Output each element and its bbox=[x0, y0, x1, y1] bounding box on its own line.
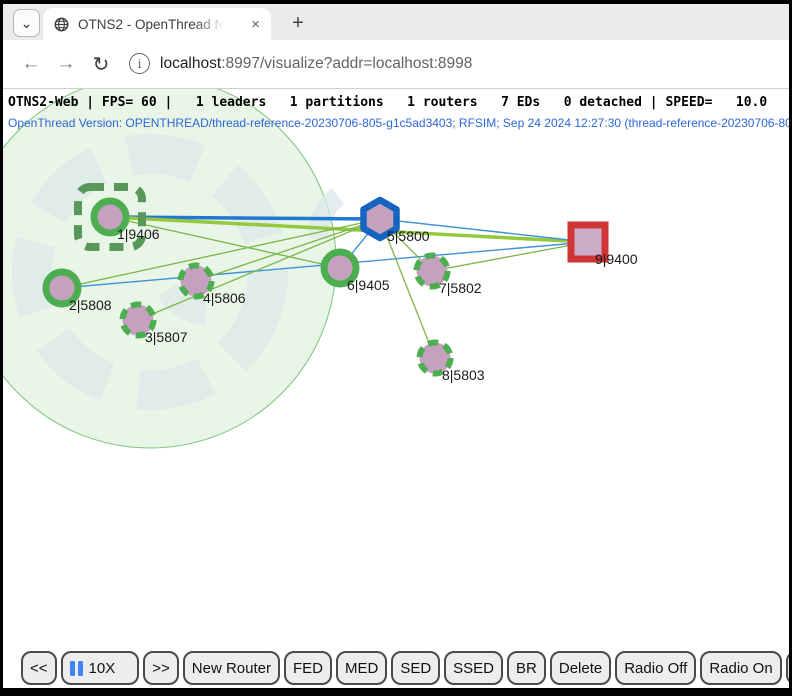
toolbar-button-label: New Router bbox=[192, 660, 271, 677]
browser-window: ⌄ OTNS2 - OpenThread Ne × + ← → ↻ i loca… bbox=[0, 0, 792, 696]
address-bar[interactable]: localhost:8997/visualize?addr=localhost:… bbox=[160, 40, 472, 88]
link-7-9 bbox=[432, 242, 588, 271]
node-3-sed[interactable] bbox=[123, 305, 154, 336]
new-tab-button[interactable]: + bbox=[285, 10, 311, 36]
toolbar-button-new-router[interactable]: New Router bbox=[183, 651, 280, 685]
simulation-canvas[interactable]: 1|94062|58083|58074|58065|58006|94057|58… bbox=[3, 89, 789, 648]
toolbar-button-speed[interactable]: 10X bbox=[61, 651, 140, 685]
node-4-sed[interactable] bbox=[181, 266, 212, 297]
toolbar-button-radio-on[interactable]: Radio On bbox=[700, 651, 781, 685]
toolbar-button-forward[interactable]: >> bbox=[143, 651, 179, 685]
url-path: :8997/visualize?addr=localhost:8998 bbox=[221, 55, 472, 73]
url-host: localhost bbox=[160, 55, 221, 73]
toolbar-button-ssed[interactable]: SSED bbox=[444, 651, 503, 685]
toolbar-button-med[interactable]: MED bbox=[336, 651, 387, 685]
globe-icon bbox=[54, 17, 69, 32]
action-toolbar: << 10X >> New Router FED MED SED SSED BR Delete Ra… bbox=[3, 648, 789, 688]
browser-toolbar: ← → ↻ i localhost:8997/visualize?addr=lo… bbox=[3, 40, 789, 89]
window-border-top bbox=[0, 0, 792, 4]
node-2-router[interactable] bbox=[46, 272, 78, 304]
node-6-router[interactable] bbox=[324, 252, 356, 284]
reload-button[interactable]: ↻ bbox=[85, 40, 117, 88]
tab-list-chevron-button[interactable]: ⌄ bbox=[13, 9, 40, 37]
forward-button[interactable]: → bbox=[50, 40, 82, 88]
link-8-5 bbox=[380, 219, 435, 358]
tab-title: OTNS2 - OpenThread Ne bbox=[78, 17, 228, 32]
toolbar-button-label: SED bbox=[400, 660, 431, 677]
toolbar-button-label: << bbox=[30, 660, 48, 677]
toolbar-button-label: Radio Off bbox=[624, 660, 687, 677]
back-button[interactable]: ← bbox=[15, 40, 47, 88]
toolbar-button-fed[interactable]: FED bbox=[284, 651, 332, 685]
toolbar-button-label: Radio On bbox=[709, 660, 772, 677]
network-visualization bbox=[3, 89, 789, 648]
toolbar-button-label: BR bbox=[516, 660, 537, 677]
toolbar-button-delete[interactable]: Delete bbox=[550, 651, 611, 685]
toolbar-button-label: FED bbox=[293, 660, 323, 677]
node-1-leader[interactable] bbox=[94, 201, 126, 233]
node-8-sed[interactable] bbox=[420, 343, 451, 374]
chevron-down-icon: ⌄ bbox=[21, 16, 33, 30]
toolbar-button-label: Delete bbox=[559, 660, 602, 677]
node-7-sed[interactable] bbox=[417, 256, 448, 287]
toolbar-button-sed[interactable]: SED bbox=[391, 651, 440, 685]
toolbar-button-label: >> bbox=[152, 660, 170, 677]
window-border-bottom bbox=[0, 688, 792, 696]
toolbar-button-label: MED bbox=[345, 660, 378, 677]
toolbar-button-label: 10X bbox=[89, 660, 116, 677]
site-info-icon[interactable]: i bbox=[129, 53, 150, 74]
toolbar-button-br[interactable]: BR bbox=[507, 651, 546, 685]
window-border-left bbox=[0, 0, 3, 696]
toolbar-button-rewind[interactable]: << bbox=[21, 651, 57, 685]
node-9-failed[interactable] bbox=[571, 225, 605, 259]
node-5-border-router[interactable] bbox=[364, 200, 397, 238]
toolbar-button-label: SSED bbox=[453, 660, 494, 677]
pause-icon bbox=[70, 661, 83, 676]
tab-close-icon[interactable]: × bbox=[251, 17, 260, 32]
link-5-9 bbox=[380, 219, 588, 242]
tab-otns2[interactable]: OTNS2 - OpenThread Ne × bbox=[43, 8, 271, 40]
toolbar-button-radio-off[interactable]: Radio Off bbox=[615, 651, 696, 685]
tab-strip: ⌄ OTNS2 - OpenThread Ne × + bbox=[3, 4, 789, 40]
